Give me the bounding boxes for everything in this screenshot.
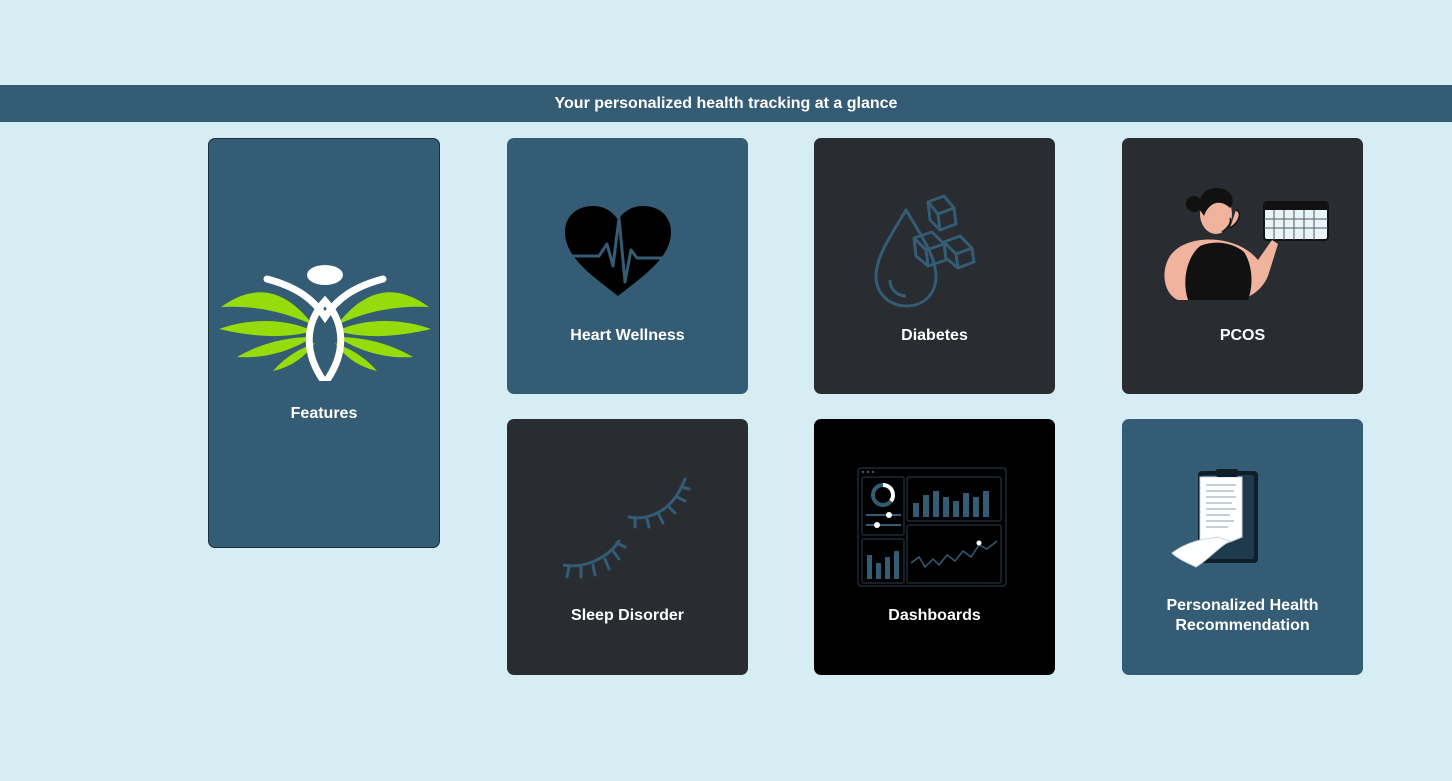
diabetes-label: Diabetes [901,327,968,344]
pcos-card[interactable]: PCOS [1122,138,1363,394]
heart-wellness-label: Heart Wellness [570,327,685,344]
features-label: Features [290,405,358,422]
personalized-health-recommendation-card[interactable]: Personalized Health Recommendation [1122,419,1363,675]
report-document-icon [1168,467,1264,576]
personalized-health-recommendation-label: Personalized Health Recommendation [1166,597,1319,634]
pcos-label: PCOS [1219,327,1266,344]
dashboard-icon [857,467,1007,592]
features-card[interactable]: Features [208,138,440,548]
blood-sugar-icon [872,190,982,315]
sleep-disorder-label: Sleep Disorder [571,607,684,624]
heart-wellness-card[interactable]: Heart Wellness [507,138,748,394]
wellness-logo-icon [217,261,433,389]
woman-calendar-icon [1160,186,1332,311]
dashboards-label: Dashboards [888,607,981,624]
diabetes-card[interactable]: Diabetes [814,138,1055,394]
closed-eyes-icon [561,475,693,590]
dashboards-card[interactable]: Dashboards [814,419,1055,675]
sleep-disorder-card[interactable]: Sleep Disorder [507,419,748,675]
header-banner: Your personalized health tracking at a g… [0,85,1452,122]
heartbeat-icon [563,204,673,303]
